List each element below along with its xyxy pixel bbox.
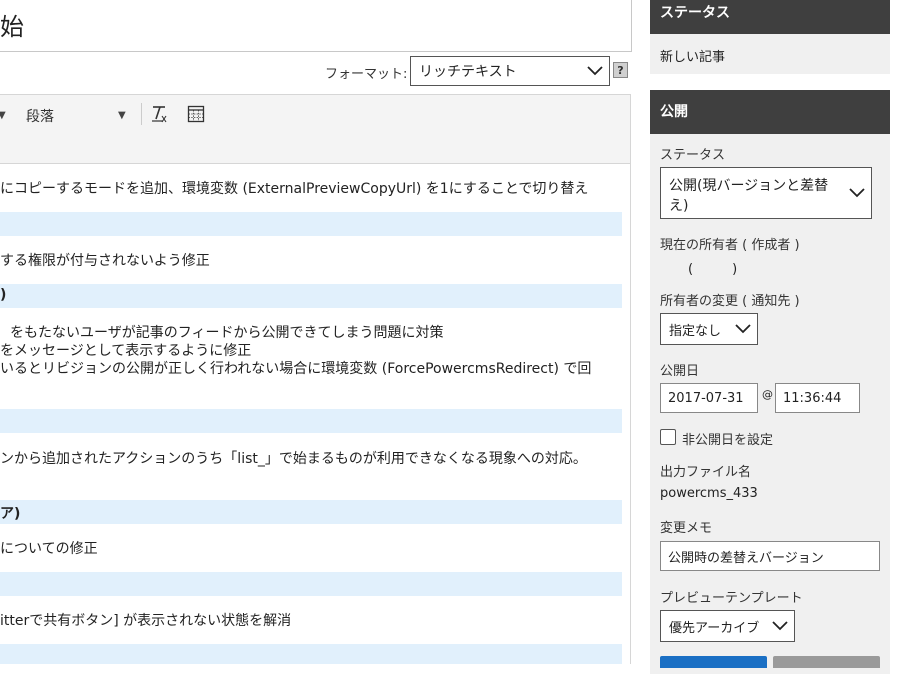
owner-change-select[interactable]: 指定なし	[660, 313, 758, 345]
format-help-button[interactable]: ?	[613, 62, 628, 78]
caret-down-icon[interactable]: ▼	[118, 110, 126, 121]
section-heading: )	[0, 287, 7, 303]
preview-template-label: プレビューテンプレート	[660, 591, 803, 606]
at-symbol: @	[762, 388, 773, 401]
table-icon[interactable]	[187, 105, 205, 123]
owner-value: ( )	[688, 262, 738, 277]
section-heading: ア)	[0, 506, 21, 522]
content-line: itterで共有ボタン] が表示されない状態を解消	[0, 613, 292, 629]
unpublish-date-checkbox[interactable]	[660, 429, 676, 445]
change-memo-input[interactable]: 公開時の差替えバージョン	[660, 541, 880, 571]
owner-change-select-value: 指定なし	[669, 323, 722, 339]
chevron-down-icon	[849, 188, 865, 198]
content-line: にコピーするモードを追加、環境変数 (ExternalPreviewCopyUr…	[0, 181, 589, 197]
content-line: いるとリビジョンの公開が正しく行われない場合に環境変数 (ForcePowerc…	[0, 361, 592, 377]
toolbar-separator	[141, 103, 142, 125]
publish-time-input[interactable]: 11:36:44	[775, 383, 860, 413]
editor-toolbar	[0, 94, 631, 164]
primary-action-button[interactable]	[660, 656, 767, 668]
chevron-down-icon	[587, 66, 603, 76]
content-line: をもたないユーザが記事のフィードから公開できてしまう問題に対策	[10, 325, 444, 341]
format-select-value: リッチテキスト	[419, 64, 517, 80]
section-band	[0, 572, 622, 596]
output-file-value: powercms_433	[660, 486, 758, 501]
owner-label: 現在の所有者 ( 作成者 )	[660, 238, 800, 253]
publish-date-input[interactable]: 2017-07-31	[660, 383, 758, 413]
content-line: をメッセージとして表示するように修正	[0, 343, 252, 359]
section-band	[0, 284, 622, 308]
unpublish-date-label[interactable]: 非公開日を設定	[682, 429, 773, 448]
clear-formatting-icon[interactable]	[150, 104, 168, 124]
preview-template-select-value: 優先アーカイブ	[669, 620, 760, 636]
section-band	[0, 500, 622, 524]
publish-panel-header: 公開	[650, 90, 890, 134]
format-label: フォーマット:	[325, 67, 408, 82]
section-band	[0, 212, 622, 236]
content-line: ンから追加されたアクションのうち「list_」で始まるものが利用できなくなる現象…	[0, 451, 587, 467]
secondary-action-button[interactable]	[773, 656, 880, 668]
output-file-label: 出力ファイル名	[660, 465, 752, 480]
content-line: する権限が付与されないよう修正	[0, 253, 210, 269]
content-line: についての修正	[0, 541, 98, 557]
entry-title-text: 始	[0, 13, 24, 41]
status-panel-header: ステータス	[650, 0, 890, 34]
change-memo-label: 変更メモ	[660, 521, 713, 536]
preview-template-select[interactable]: 優先アーカイブ	[660, 610, 795, 642]
section-band	[0, 409, 622, 433]
owner-change-label: 所有者の変更 ( 通知先 )	[660, 294, 800, 309]
entry-title-field[interactable]	[0, 0, 632, 52]
status-select-value: 公開(現バージョンと差替え)	[669, 178, 829, 214]
status-label: ステータス	[660, 148, 726, 163]
paragraph-format-dropdown[interactable]: 段落	[26, 106, 54, 126]
section-band	[0, 644, 622, 664]
caret-down-icon[interactable]: ▼	[0, 110, 6, 121]
status-value: 新しい記事	[660, 50, 726, 65]
format-select[interactable]: リッチテキスト	[410, 56, 610, 86]
chevron-down-icon	[772, 621, 788, 631]
chevron-down-icon	[735, 324, 751, 334]
status-select[interactable]: 公開(現バージョンと差替え)	[660, 167, 872, 219]
editor-content[interactable]: にコピーするモードを追加、環境変数 (ExternalPreviewCopyUr…	[0, 164, 631, 664]
publish-date-label: 公開日	[660, 364, 700, 379]
